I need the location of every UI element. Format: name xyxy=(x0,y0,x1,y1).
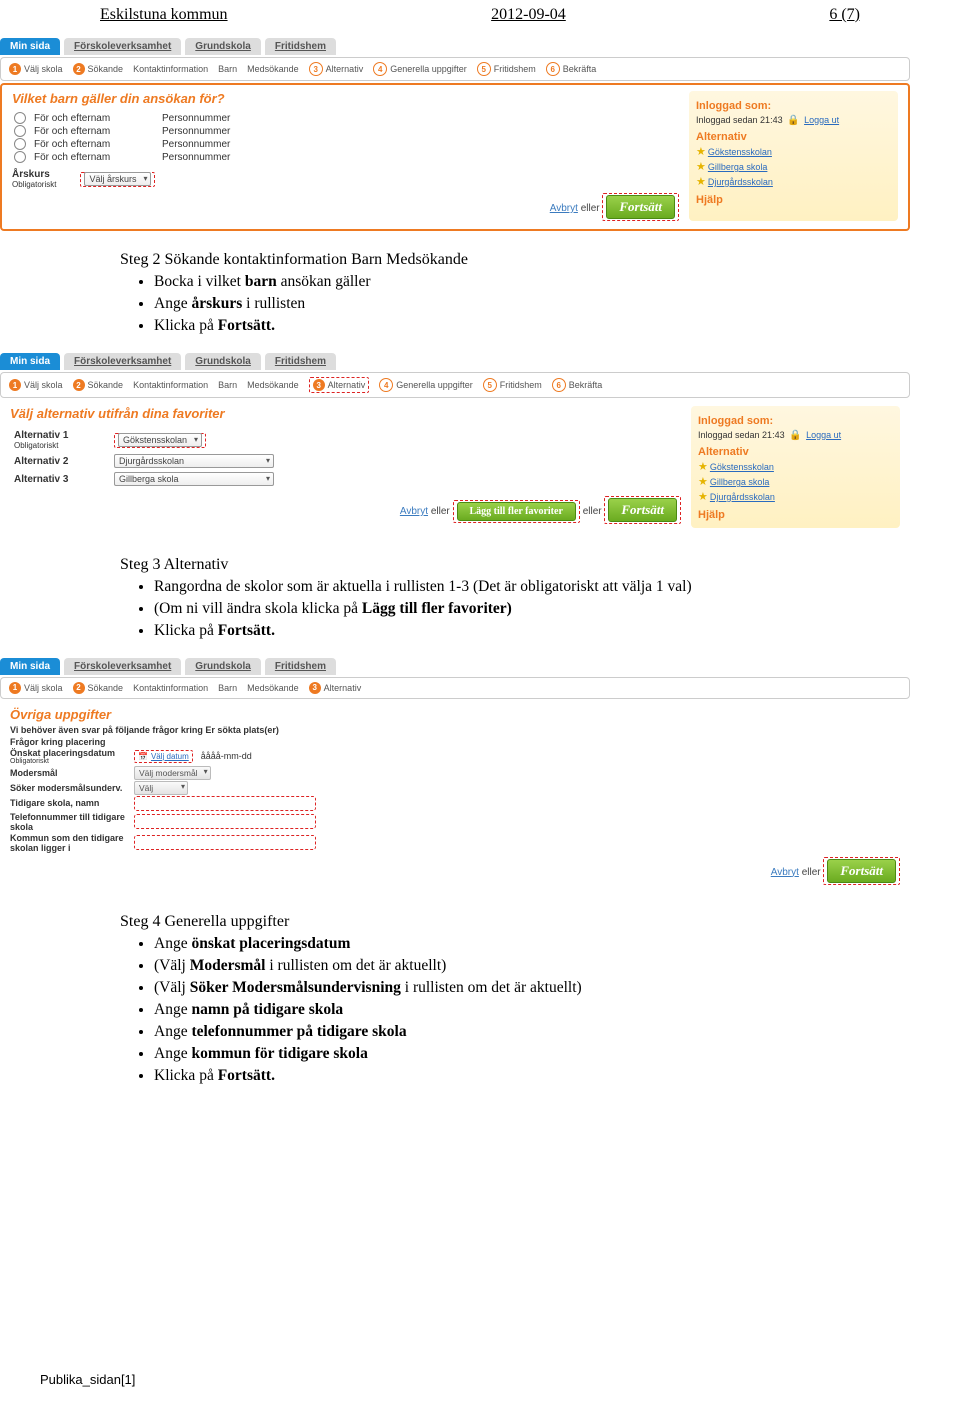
step4-bullet: Ange namn på tidigare skola xyxy=(154,1001,890,1019)
shot2-title: Välj alternativ utifrån dina favoriter xyxy=(10,406,681,421)
tab-minsida[interactable]: Min sida xyxy=(0,38,60,55)
step2-bullet: Klicka på Fortsätt. xyxy=(154,317,890,335)
step3-bullet: Klicka på Fortsätt. xyxy=(154,622,890,640)
tab-forskola[interactable]: Förskoleverksamhet xyxy=(64,38,181,55)
side-alt-head: Alternativ xyxy=(696,130,891,145)
step4-bullet: Ange telefonnummer på tidigare skola xyxy=(154,1023,890,1041)
step4-title: Steg 4 Generella uppgifter xyxy=(120,913,890,931)
tab-minsida[interactable]: Min sida xyxy=(0,353,60,370)
side-school-link[interactable]: Djurgårdsskolan xyxy=(708,177,773,187)
tab-fritidshem[interactable]: Fritidshem xyxy=(265,38,336,55)
tab-fritidshem[interactable]: Fritidshem xyxy=(265,658,336,675)
lagg-till-button[interactable]: Lägg till fler favoriter xyxy=(457,502,576,521)
lock-icon: 🔒 xyxy=(789,430,801,441)
fortsatt-button[interactable]: Fortsätt xyxy=(608,498,677,522)
step4-bullet: Ange kommun för tidigare skola xyxy=(154,1045,890,1063)
arskurs-select[interactable]: Välj årskurs xyxy=(84,172,151,186)
screenshot-3: Min sida Förskoleverksamhet Grundskola F… xyxy=(0,658,910,893)
radio-icon[interactable] xyxy=(14,138,26,150)
tidigare-namn-input[interactable] xyxy=(134,796,316,811)
wizard-steps: 1Välj skola 2Sökande Kontaktinformation … xyxy=(0,57,910,81)
side-school-link[interactable]: Gökstensskolan xyxy=(710,462,774,472)
tab-grundskola[interactable]: Grundskola xyxy=(185,353,261,370)
tab-grundskola[interactable]: Grundskola xyxy=(185,38,261,55)
logga-ut-link[interactable]: Logga ut xyxy=(804,115,839,125)
soker-select[interactable]: Välj xyxy=(134,781,188,795)
avbryt-link[interactable]: Avbryt xyxy=(550,203,578,214)
hdr-page: 6 (7) xyxy=(829,6,860,24)
radio-icon[interactable] xyxy=(14,125,26,137)
sidebar-panel: Inloggad som: Inloggad sedan 21:43 🔒 Log… xyxy=(689,91,898,221)
tab-forskola[interactable]: Förskoleverksamhet xyxy=(64,658,181,675)
screenshot-1: Min sida Förskoleverksamhet Grundskola F… xyxy=(0,38,910,231)
alt2-select[interactable]: Djurgårdsskolan xyxy=(114,454,274,468)
step2-bullet: Ange årskurs i rullisten xyxy=(154,295,890,313)
side-inloggad-head: Inloggad som: xyxy=(696,99,891,114)
fortsatt-button[interactable]: Fortsätt xyxy=(606,195,675,219)
star-icon: ★ xyxy=(698,476,708,488)
shot3-subtitle: Vi behöver även svar på följande frågor … xyxy=(10,725,900,735)
tab-forskola[interactable]: Förskoleverksamhet xyxy=(64,353,181,370)
step3-bullet: (Om ni vill ändra skola klicka på Lägg t… xyxy=(154,600,890,618)
obl-label: Obligatoriskt xyxy=(12,180,56,189)
fortsatt-button[interactable]: Fortsätt xyxy=(827,859,896,883)
step4-bullet: (Välj Modersmål i rullisten om det är ak… xyxy=(154,957,890,975)
eller-text: eller xyxy=(581,203,600,214)
shot3-title: Övriga uppgifter xyxy=(10,707,900,722)
step4-bullet: Ange önskat placeringsdatum xyxy=(154,935,890,953)
wizard-steps: 1Välj skola 2Sökande Kontaktinformation … xyxy=(0,372,910,398)
alt3-select[interactable]: Gillberga skola xyxy=(114,472,274,486)
side-school-link[interactable]: Gökstensskolan xyxy=(708,147,772,157)
tab-grundskola[interactable]: Grundskola xyxy=(185,658,261,675)
avbryt-link[interactable]: Avbryt xyxy=(771,867,799,878)
step4-bullet: (Välj Söker Modersmålsundervisning i rul… xyxy=(154,979,890,997)
form-panel-1: Vilket barn gäller din ansökan för? För … xyxy=(0,83,910,231)
side-school-link[interactable]: Gillberga skola xyxy=(710,477,770,487)
hdr-date: 2012-09-04 xyxy=(491,6,566,24)
side-hjalp-head: Hjälp xyxy=(696,193,891,208)
child-radio-row[interactable]: För och efternamPersonnummer xyxy=(14,151,344,163)
child-radio-row[interactable]: För och efternamPersonnummer xyxy=(14,112,344,124)
star-icon: ★ xyxy=(696,161,706,173)
footer-text: Publika_sidan[1] xyxy=(40,1372,135,1387)
star-icon: ★ xyxy=(698,461,708,473)
child-radio-row[interactable]: För och efternamPersonnummer xyxy=(14,125,344,137)
wizard-steps: 1Välj skola 2Sökande Kontaktinformation … xyxy=(0,677,910,699)
sidebar-panel: Inloggad som: Inloggad sedan 21:43 🔒 Log… xyxy=(691,406,900,528)
tab-fritidshem[interactable]: Fritidshem xyxy=(265,353,336,370)
valj-datum-link[interactable]: Välj datum xyxy=(151,752,189,761)
step4-bullet: Klicka på Fortsätt. xyxy=(154,1067,890,1085)
lock-icon: 🔒 xyxy=(787,115,799,126)
radio-icon[interactable] xyxy=(14,151,26,163)
step2-title: Steg 2 Sökande kontaktinformation Barn M… xyxy=(120,251,890,269)
step3-title: Steg 3 Alternativ xyxy=(120,556,890,574)
modersmal-select[interactable]: Välj modersmål xyxy=(134,766,211,780)
kommun-tidigare-input[interactable] xyxy=(134,835,316,850)
logga-ut-link[interactable]: Logga ut xyxy=(806,430,841,440)
tab-minsida[interactable]: Min sida xyxy=(0,658,60,675)
tel-tidigare-input[interactable] xyxy=(134,814,316,829)
star-icon: ★ xyxy=(698,491,708,503)
hdr-org: Eskilstuna kommun xyxy=(100,6,228,24)
step3-bullet: Rangordna de skolor som är aktuella i ru… xyxy=(154,578,890,596)
arskurs-label: Årskurs xyxy=(12,169,56,180)
step2-bullet: Bocka i vilket barn ansökan gäller xyxy=(154,273,890,291)
alt1-select[interactable]: Gökstensskolan xyxy=(118,433,202,447)
side-school-link[interactable]: Djurgårdsskolan xyxy=(710,492,775,502)
star-icon: ★ xyxy=(696,146,706,158)
child-radio-row[interactable]: För och efternamPersonnummer xyxy=(14,138,344,150)
form-title: Vilket barn gäller din ansökan för? xyxy=(12,91,679,106)
star-icon: ★ xyxy=(696,176,706,188)
side-school-link[interactable]: Gillberga skola xyxy=(708,162,768,172)
avbryt-link[interactable]: Avbryt xyxy=(400,506,428,517)
radio-icon[interactable] xyxy=(14,112,26,124)
screenshot-2: Min sida Förskoleverksamhet Grundskola F… xyxy=(0,353,910,536)
